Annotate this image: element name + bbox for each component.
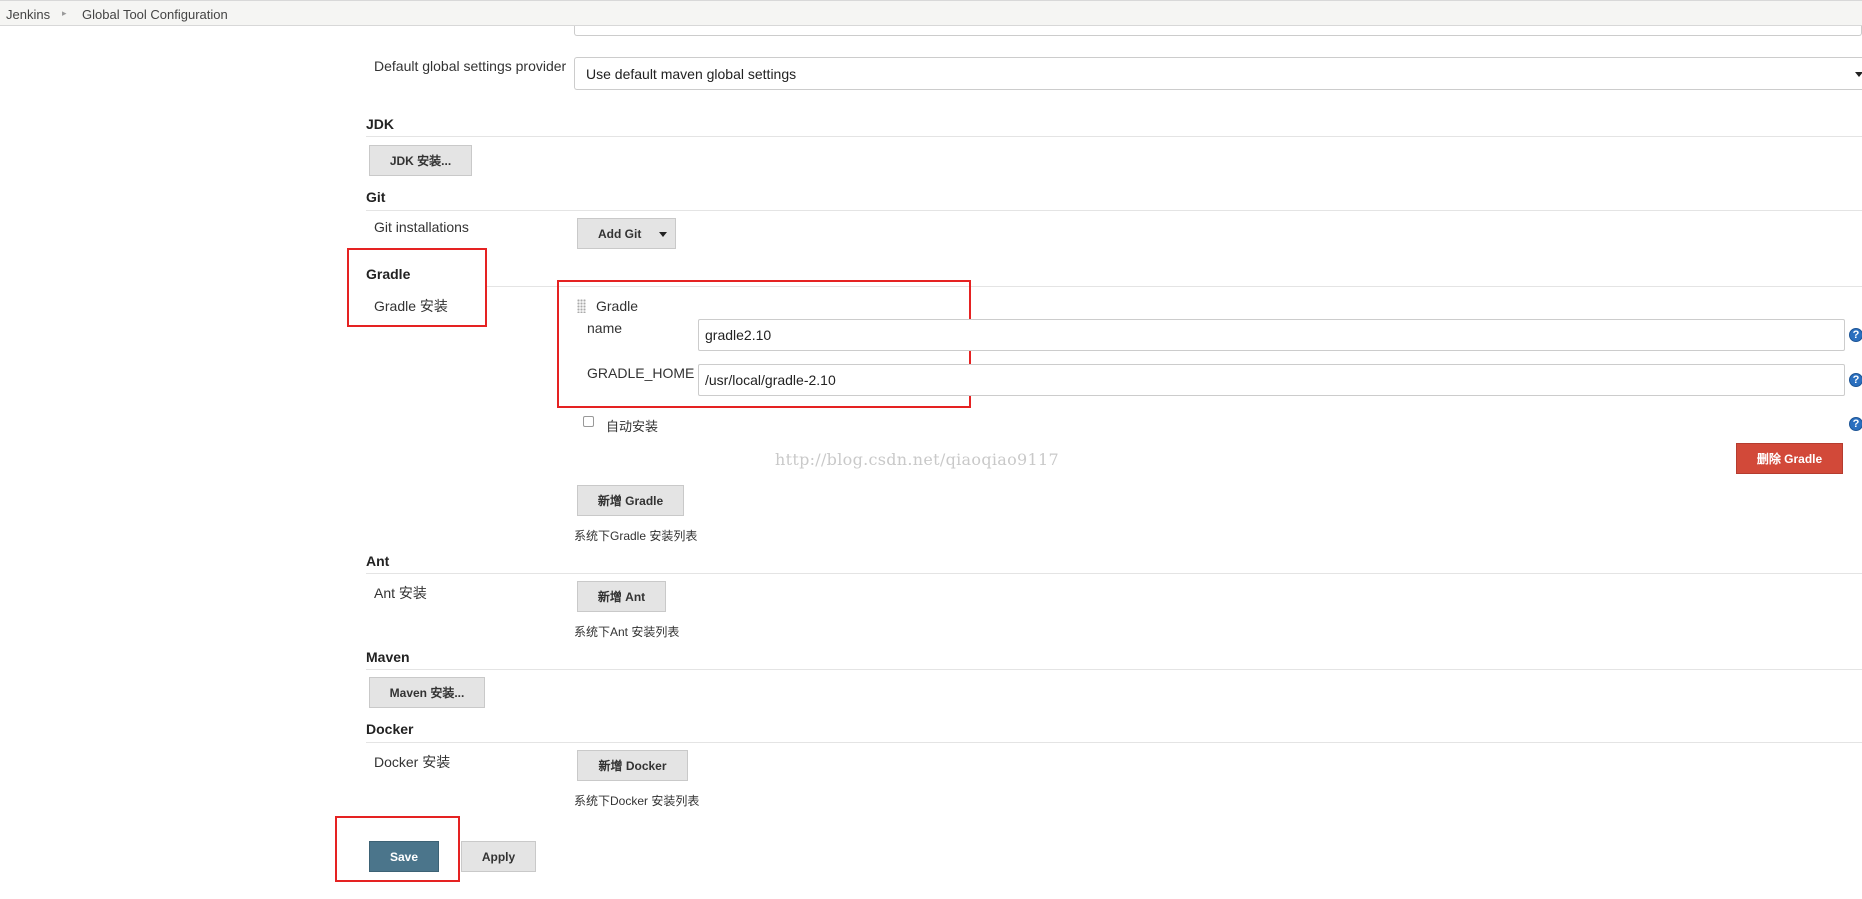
add-git-button[interactable]: Add Git: [577, 218, 676, 249]
ant-installations-label: Ant 安装: [374, 585, 427, 601]
gradle-section-header: Gradle: [366, 266, 411, 282]
chevron-down-icon: [659, 232, 667, 237]
gradle-installations-label: Gradle 安装: [374, 298, 448, 314]
drag-handle-icon[interactable]: [577, 299, 586, 313]
add-gradle-button[interactable]: 新增 Gradle: [577, 485, 684, 516]
breadcrumb-separator-icon: ▸: [62, 8, 67, 18]
ant-section-divider: [366, 573, 1862, 574]
global-settings-provider-select[interactable]: Use default maven global settings: [574, 57, 1862, 90]
docker-section-header: Docker: [366, 721, 414, 737]
jdk-section-divider: [366, 136, 1862, 137]
previous-field-bottom-edge: [574, 26, 1862, 36]
delete-gradle-button[interactable]: 删除 Gradle: [1736, 443, 1843, 474]
gradle-item-title: Gradle: [596, 298, 639, 314]
add-ant-button[interactable]: 新增 Ant: [577, 581, 666, 612]
add-docker-button[interactable]: 新增 Docker: [577, 750, 688, 781]
gradle-name-label: name: [587, 320, 623, 336]
ant-list-note: 系统下Ant 安装列表: [574, 625, 680, 639]
auto-install-checkbox[interactable]: [583, 416, 594, 427]
breadcrumb-item-global-tool-configuration[interactable]: Global Tool Configuration: [82, 7, 228, 22]
git-section-divider: [366, 210, 1862, 211]
gradle-list-note: 系统下Gradle 安装列表: [574, 529, 698, 543]
help-icon[interactable]: ?: [1849, 417, 1862, 431]
watermark-text: http://blog.csdn.net/qiaoqiao9117: [775, 450, 1059, 469]
help-icon[interactable]: ?: [1849, 373, 1862, 387]
gradle-home-input[interactable]: [698, 364, 1845, 396]
maven-section-header: Maven: [366, 649, 410, 665]
auto-install-label: 自动安装: [606, 419, 659, 434]
ant-section-header: Ant: [366, 553, 390, 569]
jdk-section-header: JDK: [366, 116, 395, 132]
docker-installations-label: Docker 安装: [374, 754, 451, 770]
git-installations-label: Git installations: [374, 219, 469, 235]
maven-installations-button[interactable]: Maven 安装...: [369, 677, 485, 708]
jdk-installations-button[interactable]: JDK 安装...: [369, 145, 472, 176]
maven-section-divider: [366, 669, 1862, 670]
breadcrumb: Jenkins ▸ Global Tool Configuration: [0, 0, 1862, 26]
chevron-down-icon: [1855, 72, 1862, 77]
docker-section-divider: [366, 742, 1862, 743]
git-section-header: Git: [366, 189, 386, 205]
global-settings-provider-label: Default global settings provider: [374, 58, 567, 74]
breadcrumb-item-jenkins[interactable]: Jenkins: [6, 7, 50, 22]
add-git-button-label: Add Git: [598, 226, 642, 241]
apply-button[interactable]: Apply: [461, 841, 536, 872]
help-icon[interactable]: ?: [1849, 328, 1862, 342]
gradle-name-input[interactable]: [698, 319, 1845, 351]
gradle-home-label: GRADLE_HOME: [587, 365, 695, 381]
global-settings-provider-value: Use default maven global settings: [586, 65, 797, 82]
docker-list-note: 系统下Docker 安装列表: [574, 794, 700, 808]
save-button[interactable]: Save: [369, 841, 439, 872]
